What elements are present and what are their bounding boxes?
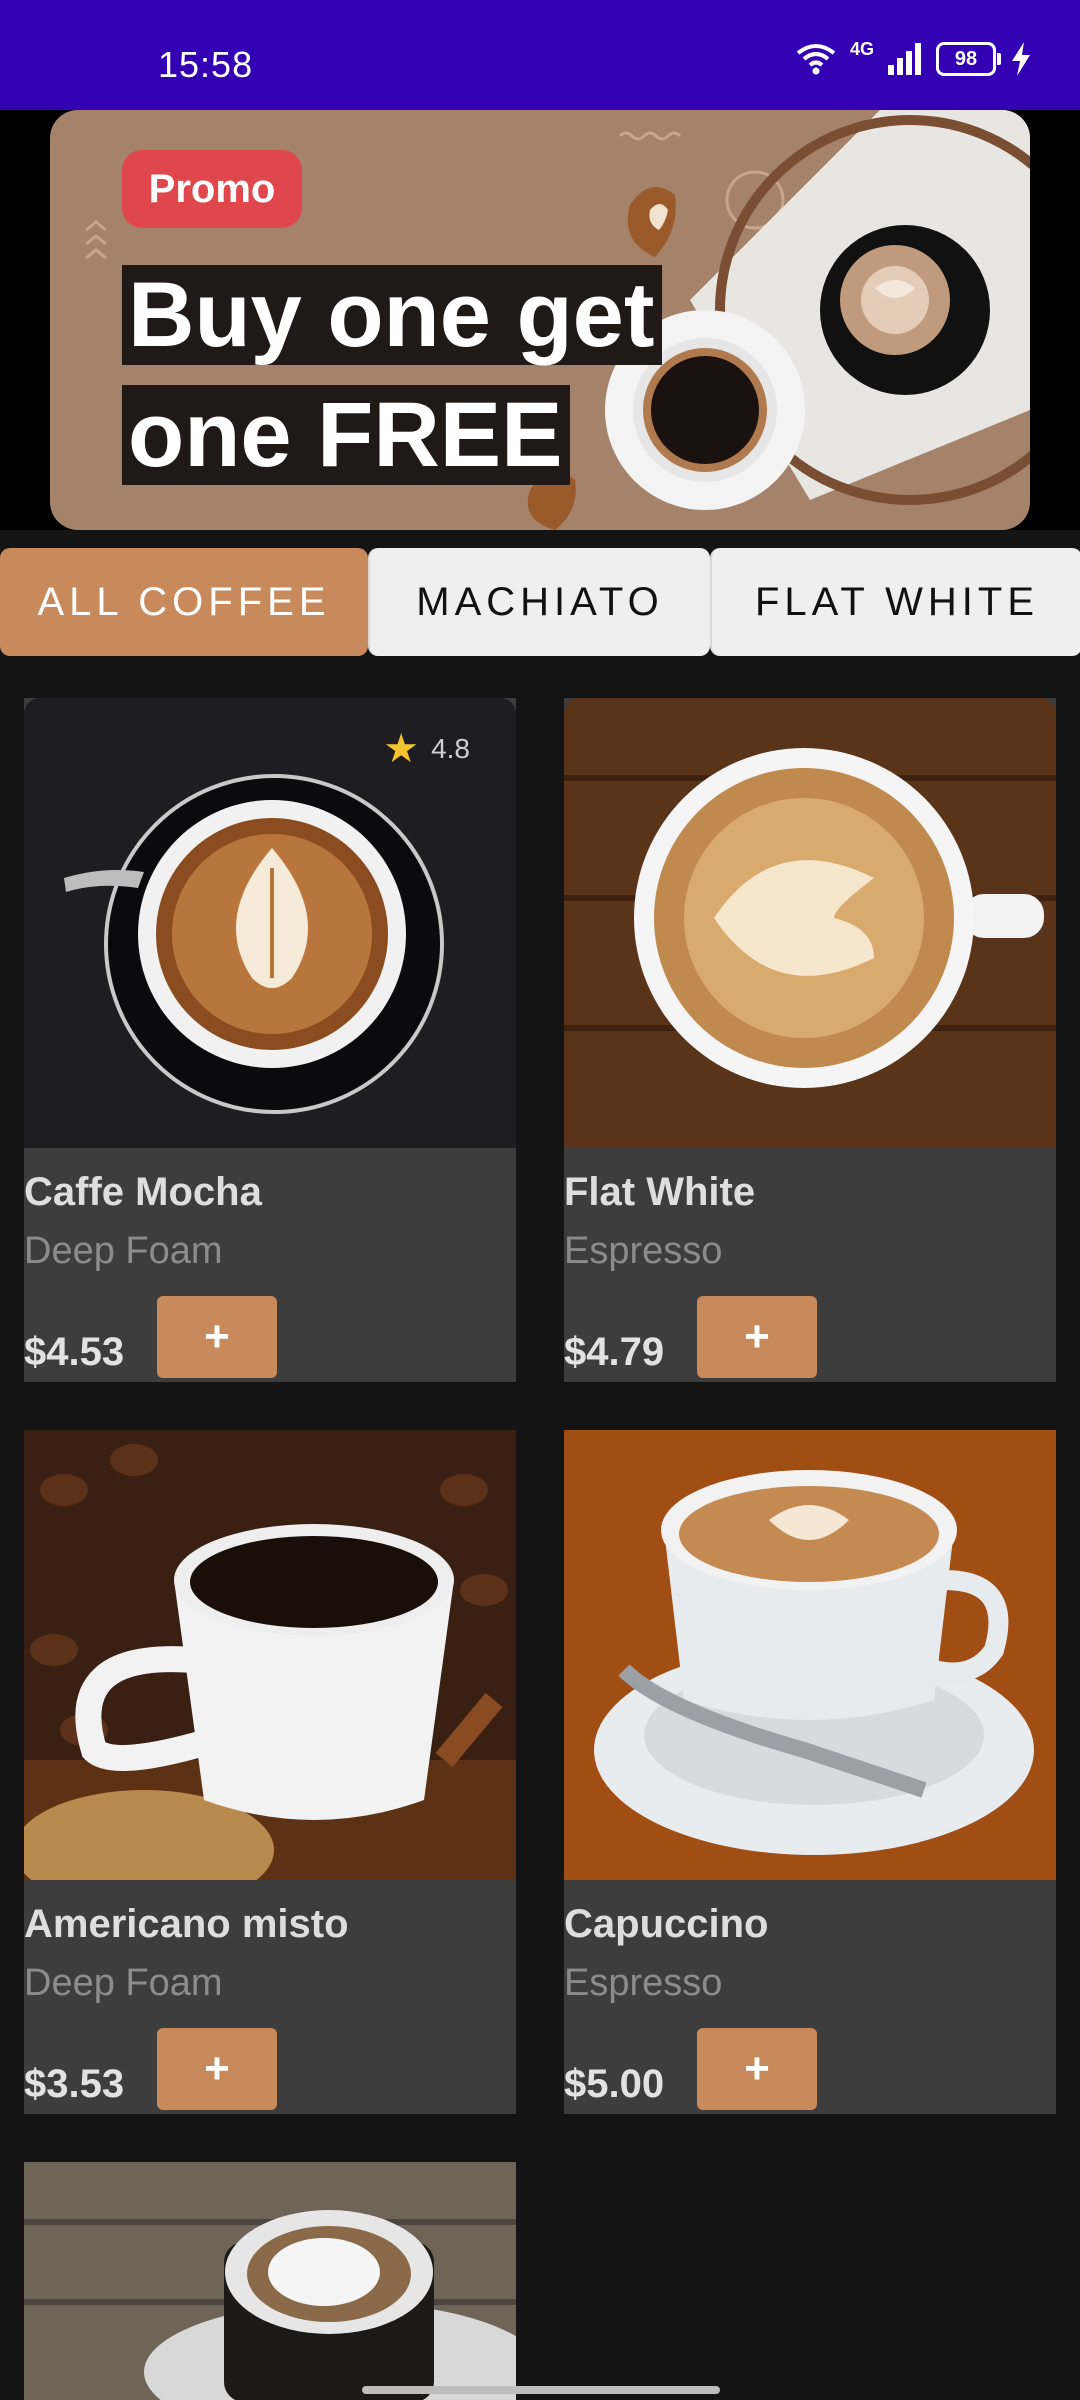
home-indicator[interactable] xyxy=(362,2386,720,2394)
product-subtitle: Deep Foam xyxy=(24,1962,223,2004)
product-card-capuccino[interactable]: Capuccino Espresso $5.00 + xyxy=(564,1430,1056,2114)
product-price: $4.53 xyxy=(24,1330,125,1374)
product-image: ★ 4.8 xyxy=(24,698,516,1148)
product-subtitle: Espresso xyxy=(564,1962,723,2004)
battery-level: 98 xyxy=(954,47,978,70)
promo-banner[interactable]: Promo Buy one get one FREE xyxy=(50,110,1030,530)
signal-icon xyxy=(888,43,921,75)
charging-icon xyxy=(1012,42,1030,76)
status-bar: 15:58 4G 98 xyxy=(0,0,1080,110)
product-name: Flat White xyxy=(564,1170,756,1214)
product-image xyxy=(564,698,1056,1148)
product-subtitle: Deep Foam xyxy=(24,1230,223,1272)
rating-badge: ★ 4.8 xyxy=(383,726,470,772)
add-to-cart-button[interactable]: + xyxy=(157,1296,277,1378)
banner-area: Promo Buy one get one FREE xyxy=(0,110,1080,530)
status-time: 15:58 xyxy=(158,44,254,85)
product-price: $4.79 xyxy=(564,1330,665,1374)
product-name: Americano misto xyxy=(24,1902,349,1946)
star-icon: ★ xyxy=(383,727,420,771)
product-name: Caffe Mocha xyxy=(24,1170,262,1214)
battery-icon: 98 xyxy=(936,42,1001,76)
coffee-cup-image xyxy=(24,2162,516,2400)
product-card-americano-misto[interactable]: Americano misto Deep Foam $3.53 + xyxy=(24,1430,516,2114)
product-image xyxy=(24,2162,516,2400)
product-card-flat-white[interactable]: Flat White Espresso $4.79 + xyxy=(564,698,1056,1382)
category-tabs: ALL COFFEE MACHIATO FLAT WHITE xyxy=(0,548,1080,656)
network-type: 4G xyxy=(849,38,874,59)
add-to-cart-button[interactable]: + xyxy=(697,2028,817,2110)
coffee-cup-image xyxy=(564,698,1056,1148)
tab-all-coffee[interactable]: ALL COFFEE xyxy=(0,548,368,656)
product-subtitle: Espresso xyxy=(564,1230,723,1272)
product-image xyxy=(564,1430,1056,1880)
wifi-icon xyxy=(796,44,836,75)
promo-headline-line-1: Buy one get xyxy=(122,265,663,365)
product-card-partial[interactable] xyxy=(24,2162,516,2400)
status-icons: 4G 98 xyxy=(796,38,1032,76)
rating-value: 4.8 xyxy=(431,733,470,764)
add-to-cart-button[interactable]: + xyxy=(697,1296,817,1378)
product-price: $3.53 xyxy=(24,2062,125,2106)
product-price: $5.00 xyxy=(564,2062,665,2106)
promo-headline-line-2: one FREE xyxy=(122,385,571,485)
promo-badge: Promo xyxy=(122,150,302,228)
product-name: Capuccino xyxy=(564,1902,769,1946)
tab-flat-white[interactable]: FLAT WHITE xyxy=(710,548,1080,656)
product-card-caffe-mocha[interactable]: ★ 4.8 Caffe Mocha Deep Foam $4.53 + xyxy=(24,698,516,1382)
product-image xyxy=(24,1430,516,1880)
coffee-cup-image xyxy=(564,1430,1056,1880)
add-to-cart-button[interactable]: + xyxy=(157,2028,277,2110)
tab-machiato[interactable]: MACHIATO xyxy=(368,548,710,656)
coffee-cup-image xyxy=(24,1430,516,1880)
